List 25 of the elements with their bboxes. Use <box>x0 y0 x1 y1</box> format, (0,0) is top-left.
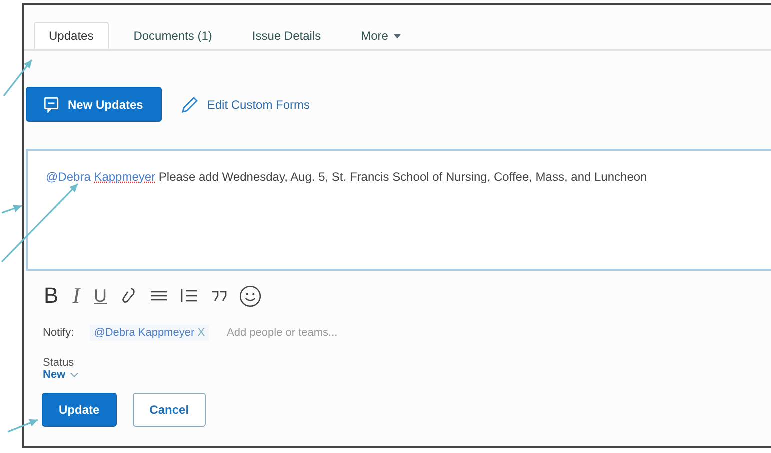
cancel-button[interactable]: Cancel <box>132 393 206 427</box>
pencil-icon <box>180 94 200 114</box>
speech-bubble-icon <box>43 96 60 113</box>
status-dropdown[interactable]: New <box>43 369 771 381</box>
format-button[interactable]: U <box>92 286 110 306</box>
tab[interactable]: Updates <box>34 22 109 49</box>
notify-label: Notify: <box>43 327 74 339</box>
tab[interactable]: More <box>346 22 416 49</box>
format-button[interactable]: B <box>42 283 61 309</box>
pointer-arrow <box>3 60 33 96</box>
pointer-arrow <box>8 419 38 433</box>
emoji-icon[interactable] <box>239 284 262 308</box>
status-label: Status <box>43 357 76 369</box>
tab[interactable]: Documents (1) <box>118 22 228 49</box>
edit-custom-forms-link[interactable]: Edit Custom Forms <box>180 94 310 114</box>
message-text: @Debra Kappmeyer Please add Wednesday, Aug. 5, St. Francis School of Nursing, Coffee, Mass, and Luncheon <box>46 170 648 184</box>
add-people-field[interactable]: Add people or teams... <box>225 326 430 340</box>
message-editor[interactable]: @Debra Kappmeyer Please add Wednesday, Aug. 5, St. Francis School of Nursing, Coffee, Mass, and Luncheon <box>26 149 771 271</box>
chevron-down-icon <box>70 372 79 378</box>
recipient-chip[interactable]: @Debra Kappmeyer X <box>90 325 210 341</box>
caret-icon <box>394 34 402 40</box>
new-updates-button[interactable]: New Updates <box>26 87 162 122</box>
tab[interactable]: Issue Details <box>237 22 336 49</box>
update-button[interactable]: Update <box>42 393 117 427</box>
format-button[interactable]: I <box>70 283 82 309</box>
